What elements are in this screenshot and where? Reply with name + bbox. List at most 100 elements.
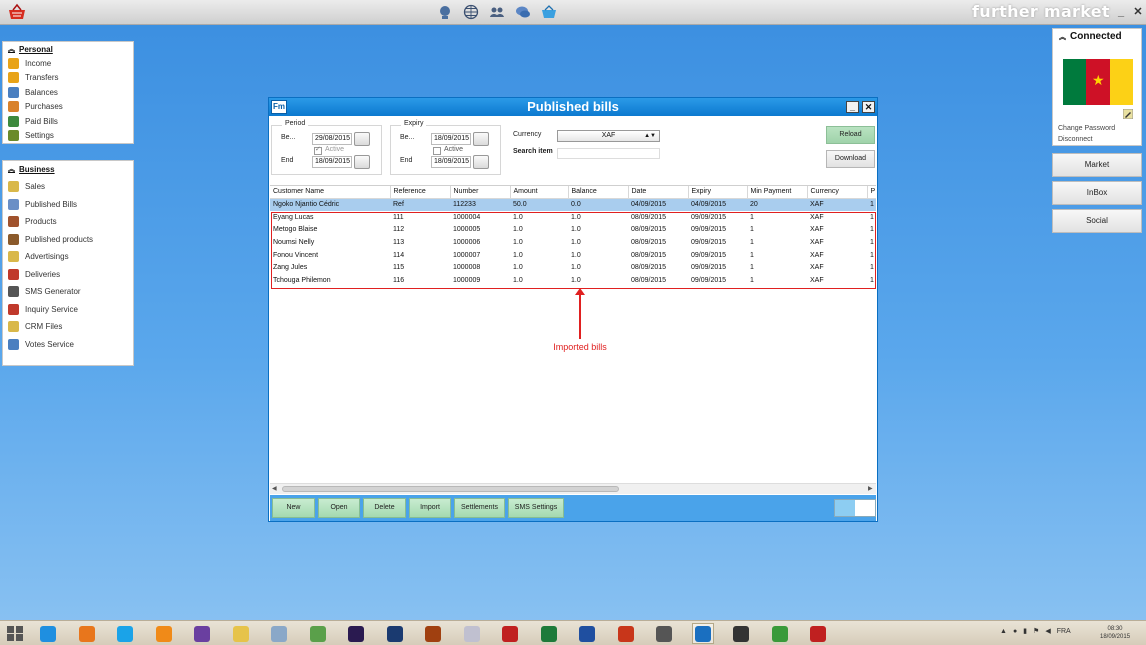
- table-row[interactable]: Zang Jules 115 1000008 1.0 1.0 08/09/2015 09/0…: [270, 261, 876, 274]
- vlc-icon[interactable]: [153, 623, 175, 644]
- expiry-begin-picker-button[interactable]: [473, 132, 489, 146]
- acrobat-icon[interactable]: [499, 623, 521, 644]
- table-row[interactable]: Tchouga Philemon 116 1000009 1.0 1.0 08/09/20…: [270, 274, 876, 287]
- basket-icon[interactable]: [540, 3, 558, 21]
- personal-header[interactable]: ︽ Personal: [3, 42, 133, 56]
- sidebar-item-votes-service[interactable]: Votes Service: [3, 336, 133, 354]
- table-row[interactable]: Metogo Blaise 112 1000005 1.0 1.0 08/09/2015 0…: [270, 223, 876, 236]
- shield-app-icon[interactable]: [807, 623, 829, 644]
- column-header[interactable]: Min Payment: [747, 186, 808, 199]
- settlements-button[interactable]: Settlements: [454, 498, 505, 518]
- photoshop-icon[interactable]: [384, 623, 406, 644]
- sidebar-item-published-products[interactable]: Published products: [3, 231, 133, 249]
- illustrator-icon[interactable]: [422, 623, 444, 644]
- network-icon[interactable]: ▮: [1023, 627, 1027, 635]
- volume-icon[interactable]: ◀: [1045, 627, 1050, 635]
- column-header[interactable]: Date: [628, 186, 689, 199]
- period-active-checkbox[interactable]: [314, 145, 322, 155]
- table-row[interactable]: Ngoko Njantio Cédric Ref 112233 50.0 0.0 04/0…: [270, 198, 876, 211]
- scroll-left-icon[interactable]: ◀: [272, 485, 277, 492]
- visual-studio-icon[interactable]: [191, 623, 213, 644]
- users-icon[interactable]: [488, 3, 506, 21]
- sidebar-item-deliveries[interactable]: Deliveries: [3, 266, 133, 284]
- sidebar-item-purchases[interactable]: Purchases: [3, 100, 133, 115]
- windows-start-icon[interactable]: [7, 626, 23, 641]
- expiry-active-checkbox[interactable]: [433, 147, 441, 155]
- column-header[interactable]: Currency: [807, 186, 868, 199]
- period-end-date[interactable]: 18/09/2015: [312, 156, 352, 168]
- import-button[interactable]: Import: [409, 498, 451, 518]
- further-market-icon[interactable]: [691, 623, 714, 644]
- firefox-icon[interactable]: [76, 623, 98, 644]
- scrollbar-thumb[interactable]: [282, 486, 619, 492]
- sidebar-item-balances[interactable]: Balances: [3, 85, 133, 100]
- inbox-button[interactable]: InBox: [1052, 181, 1142, 205]
- sidebar-item-settings[interactable]: Settings: [3, 129, 133, 144]
- remote-desktop-icon[interactable]: [730, 623, 752, 644]
- photo-app-icon[interactable]: [653, 623, 675, 644]
- open-button[interactable]: Open: [318, 498, 360, 518]
- social-button[interactable]: Social: [1052, 209, 1142, 233]
- trophy-icon[interactable]: [436, 3, 454, 21]
- expiry-begin-date[interactable]: 18/09/2015: [431, 133, 471, 145]
- market-button[interactable]: Market: [1052, 153, 1142, 177]
- collapse-chevron-icon[interactable]: ︽: [1059, 32, 1066, 42]
- table-row[interactable]: Fonou Vincent 114 1000007 1.0 1.0 08/09/2015 0…: [270, 249, 876, 262]
- clock[interactable]: 08:30 18/09/2015: [1100, 625, 1130, 641]
- calculator-icon[interactable]: [461, 623, 483, 644]
- minimize-button[interactable]: _: [1114, 5, 1128, 19]
- sms-settings-button[interactable]: SMS Settings: [508, 498, 564, 518]
- expiry-end-date[interactable]: 18/09/2015: [431, 156, 471, 168]
- globe-icon[interactable]: [462, 3, 480, 21]
- word-icon[interactable]: [576, 623, 598, 644]
- shopping-basket-icon[interactable]: [7, 3, 27, 21]
- window-minimize-button[interactable]: _: [846, 101, 859, 113]
- search-input[interactable]: [557, 148, 660, 159]
- column-header[interactable]: Balance: [568, 186, 629, 199]
- sidebar-item-published-bills[interactable]: Published Bills: [3, 196, 133, 214]
- sidebar-item-transfers[interactable]: Transfers: [3, 71, 133, 86]
- window-close-button[interactable]: ✕: [862, 101, 875, 113]
- sidebar-item-products[interactable]: Products: [3, 213, 133, 231]
- chat-icon[interactable]: [514, 3, 532, 21]
- internet-explorer-icon[interactable]: [37, 623, 59, 644]
- new-button[interactable]: New: [272, 498, 315, 518]
- period-begin-picker-button[interactable]: [354, 132, 370, 146]
- collapse-chevron-icon[interactable]: ︽: [8, 44, 15, 54]
- language-indicator[interactable]: FRA: [1057, 628, 1071, 635]
- sidebar-item-crm-files[interactable]: CRM Files: [3, 318, 133, 336]
- change-password-link[interactable]: Change Password: [1058, 125, 1115, 132]
- window-titlebar[interactable]: Fm Published bills _ ✕: [269, 98, 877, 116]
- delete-button[interactable]: Delete: [363, 498, 406, 518]
- powerpoint-icon[interactable]: [615, 623, 637, 644]
- column-header[interactable]: Number: [450, 186, 511, 199]
- tray-expand-icon[interactable]: ▲: [1000, 628, 1007, 635]
- column-header[interactable]: Expiry: [688, 186, 748, 199]
- period-end-picker-button[interactable]: [354, 155, 370, 169]
- edit-profile-icon[interactable]: [1122, 108, 1134, 120]
- skype-icon[interactable]: [114, 623, 136, 644]
- business-header[interactable]: ︽ Business: [3, 161, 133, 178]
- column-header[interactable]: Amount: [510, 186, 569, 199]
- after-effects-icon[interactable]: [345, 623, 367, 644]
- expiry-end-picker-button[interactable]: [473, 155, 489, 169]
- image-viewer-icon[interactable]: [307, 623, 329, 644]
- sidebar-item-advertisings[interactable]: Advertisings: [3, 248, 133, 266]
- sidebar-item-inquiry-service[interactable]: Inquiry Service: [3, 301, 133, 319]
- column-header[interactable]: P: [867, 186, 876, 199]
- notepad-icon[interactable]: [268, 623, 290, 644]
- view-toggle[interactable]: [834, 499, 876, 517]
- sidebar-item-sms-generator[interactable]: SMS Generator: [3, 283, 133, 301]
- reload-button[interactable]: Reload: [826, 126, 875, 144]
- disconnect-link[interactable]: Disconnect: [1058, 136, 1093, 143]
- sidebar-item-income[interactable]: Income: [3, 56, 133, 71]
- sidebar-item-sales[interactable]: Sales: [3, 178, 133, 196]
- currency-select[interactable]: XAF ▲▼: [557, 130, 660, 142]
- flag-notification-icon[interactable]: ⚑: [1033, 627, 1039, 635]
- column-header[interactable]: Reference: [390, 186, 451, 199]
- table-row[interactable]: Noumsi Nelly 113 1000006 1.0 1.0 08/09/2015 09…: [270, 236, 876, 249]
- period-begin-date[interactable]: 29/08/2015: [312, 133, 352, 145]
- scroll-right-icon[interactable]: ▶: [868, 485, 873, 492]
- column-header[interactable]: Customer Name: [270, 186, 391, 199]
- file-explorer-icon[interactable]: [230, 623, 252, 644]
